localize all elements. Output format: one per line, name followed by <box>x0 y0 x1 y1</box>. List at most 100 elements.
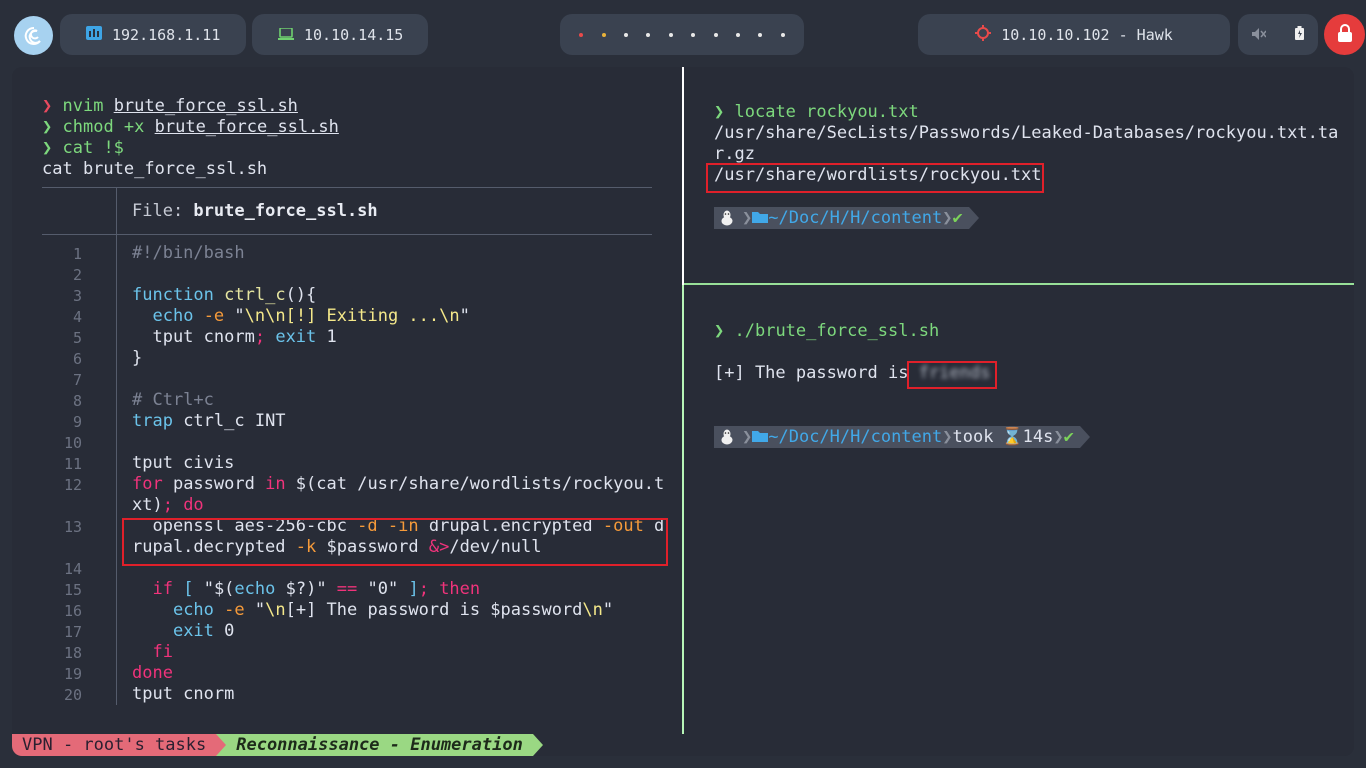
workspace-indicator[interactable] <box>560 14 804 55</box>
line-number: 18 <box>63 644 82 662</box>
workspace-dot[interactable] <box>623 32 628 37</box>
prompt-symbol: ❯ <box>42 96 53 116</box>
code-line: xt); do <box>132 495 204 515</box>
terminal-window[interactable]: ❯ nvim brute_force_ssl.sh ❯ chmod +x bru… <box>12 67 1354 756</box>
workspace-dot[interactable] <box>735 32 740 37</box>
command-text: chmod +x <box>62 117 155 137</box>
code-line: function ctrl_c(){ <box>132 285 317 305</box>
target-pill[interactable]: 10.10.10.102 - Hawk <box>918 14 1230 55</box>
code-line: done <box>132 663 173 683</box>
command-line: ❯ chmod +x brute_force_ssl.sh <box>42 117 339 138</box>
code-line: tput cnorm <box>132 684 235 704</box>
line-number: 15 <box>63 581 82 599</box>
linux-icon <box>714 207 740 229</box>
command-line: ❯ nvim brute_force_ssl.sh <box>42 96 298 117</box>
line-number: 14 <box>63 560 82 578</box>
pane-divider[interactable] <box>684 283 1354 285</box>
hourglass-icon: ⌛ <box>1001 427 1023 447</box>
local-ip-text: 192.168.1.11 <box>112 25 221 44</box>
line-number: 7 <box>72 371 82 389</box>
line-number: 8 <box>72 392 82 410</box>
workspace-dot[interactable] <box>713 32 718 37</box>
code-line: # Ctrl+c <box>132 390 214 410</box>
file-name: brute_force_ssl.sh <box>193 201 378 221</box>
expanded-command: cat brute_force_ssl.sh <box>42 159 268 179</box>
path-segment: ❯ ~/Doc/H/H/content ❯ ✔ <box>740 207 969 229</box>
command-line: ❯ locate rockyou.txt <box>714 102 919 123</box>
output-line: /usr/share/SecLists/Passwords/Leaked-Dat… <box>714 123 1339 143</box>
lock-button[interactable] <box>1324 14 1365 55</box>
workspace-dot[interactable] <box>646 32 651 37</box>
file-title: File: brute_force_ssl.sh <box>132 201 378 222</box>
folder-icon <box>752 427 769 447</box>
line-number: 5 <box>72 329 82 347</box>
line-number: 4 <box>72 308 82 326</box>
battery-icon[interactable] <box>1294 25 1304 44</box>
code-line: if [ "$(echo $?)" == "0" ]; then <box>152 579 481 599</box>
linux-icon <box>714 426 740 448</box>
network-icon <box>86 25 102 44</box>
workspace-dot[interactable] <box>780 32 785 37</box>
code-line: trap ctrl_c INT <box>132 411 286 431</box>
workspace-dot[interactable] <box>668 32 673 37</box>
prompt-symbol: ❯ <box>42 117 53 137</box>
highlight-box <box>122 518 668 566</box>
line-number: 3 <box>72 287 82 305</box>
prompt-symbol: ❯ <box>42 138 53 158</box>
target-text: 10.10.10.102 - Hawk <box>1001 25 1173 44</box>
line-number: 17 <box>63 623 82 641</box>
command-line: ❯ ./brute_force_ssl.sh <box>714 321 939 342</box>
output-line: r.gz <box>714 144 755 164</box>
line-number: 11 <box>63 455 82 473</box>
powerline-prompt: ❯ ~/Doc/H/H/content ❯ ✔ <box>714 207 979 229</box>
top-bar: 192.168.1.11 10.10.14.15 10.10.10.102 - … <box>0 0 1366 68</box>
volume-muted-icon[interactable] <box>1252 26 1267 44</box>
line-number: 13 <box>63 518 82 536</box>
workspace-dot[interactable] <box>601 32 606 37</box>
pane-divider[interactable] <box>682 285 684 735</box>
result-label: [+] The password is <box>714 363 919 383</box>
command-text: cat !$ <box>62 138 124 158</box>
code-line: #!/bin/bash <box>132 243 245 263</box>
session-name[interactable]: VPN - root's tasks <box>12 734 217 756</box>
powerline-prompt: ❯ ~/Doc/H/H/content ❯ took ⌛ 14s ❯ ✔ <box>714 426 1090 448</box>
workspace-dot[interactable] <box>579 32 584 37</box>
line-number: 12 <box>63 476 82 494</box>
file-label: File: <box>132 201 194 221</box>
code-line: fi <box>152 642 173 662</box>
command-arg: brute_force_ssl.sh <box>154 117 339 137</box>
command-arg: brute_force_ssl.sh <box>113 96 298 116</box>
code-line: tput cnorm; exit 1 <box>132 327 337 347</box>
line-number: 10 <box>63 434 82 452</box>
check-icon: ✔ <box>1063 427 1074 447</box>
lock-icon <box>1337 23 1353 46</box>
highlight-box <box>907 361 997 389</box>
check-icon: ✔ <box>952 208 963 228</box>
crosshair-icon <box>975 24 992 45</box>
path-text: ~/Doc/H/H/content <box>768 427 943 447</box>
debian-logo-icon[interactable] <box>14 16 53 55</box>
vpn-ip-text: 10.10.14.15 <box>304 25 404 44</box>
code-line: } <box>132 348 143 368</box>
vpn-ip-pill[interactable]: 10.10.14.15 <box>252 14 428 55</box>
local-ip-pill[interactable]: 192.168.1.11 <box>60 14 246 55</box>
line-number: 16 <box>63 602 82 620</box>
code-line: echo -e "\n\n[!] Exiting ...\n" <box>152 306 470 326</box>
command-line: ❯ cat !$ <box>42 138 124 159</box>
folder-icon <box>752 208 769 228</box>
highlight-box <box>706 163 1044 193</box>
prompt-symbol: ❯ <box>714 321 725 341</box>
line-number: 2 <box>72 266 82 284</box>
line-number: 20 <box>63 686 82 704</box>
line-number: 6 <box>72 350 82 368</box>
workspace-dot[interactable] <box>758 32 763 37</box>
window-name[interactable]: Reconnaissance - Enumeration <box>226 734 533 756</box>
workspace-dot[interactable] <box>691 32 696 37</box>
pane-divider[interactable] <box>682 67 684 285</box>
code-line: echo -e "\n[+] The password is $password… <box>172 600 614 620</box>
laptop-icon <box>278 26 294 44</box>
system-tray[interactable] <box>1238 14 1318 55</box>
took-value: 14s <box>1022 427 1054 447</box>
line-number: 1 <box>72 245 82 263</box>
path-text: ~/Doc/H/H/content <box>768 208 943 228</box>
